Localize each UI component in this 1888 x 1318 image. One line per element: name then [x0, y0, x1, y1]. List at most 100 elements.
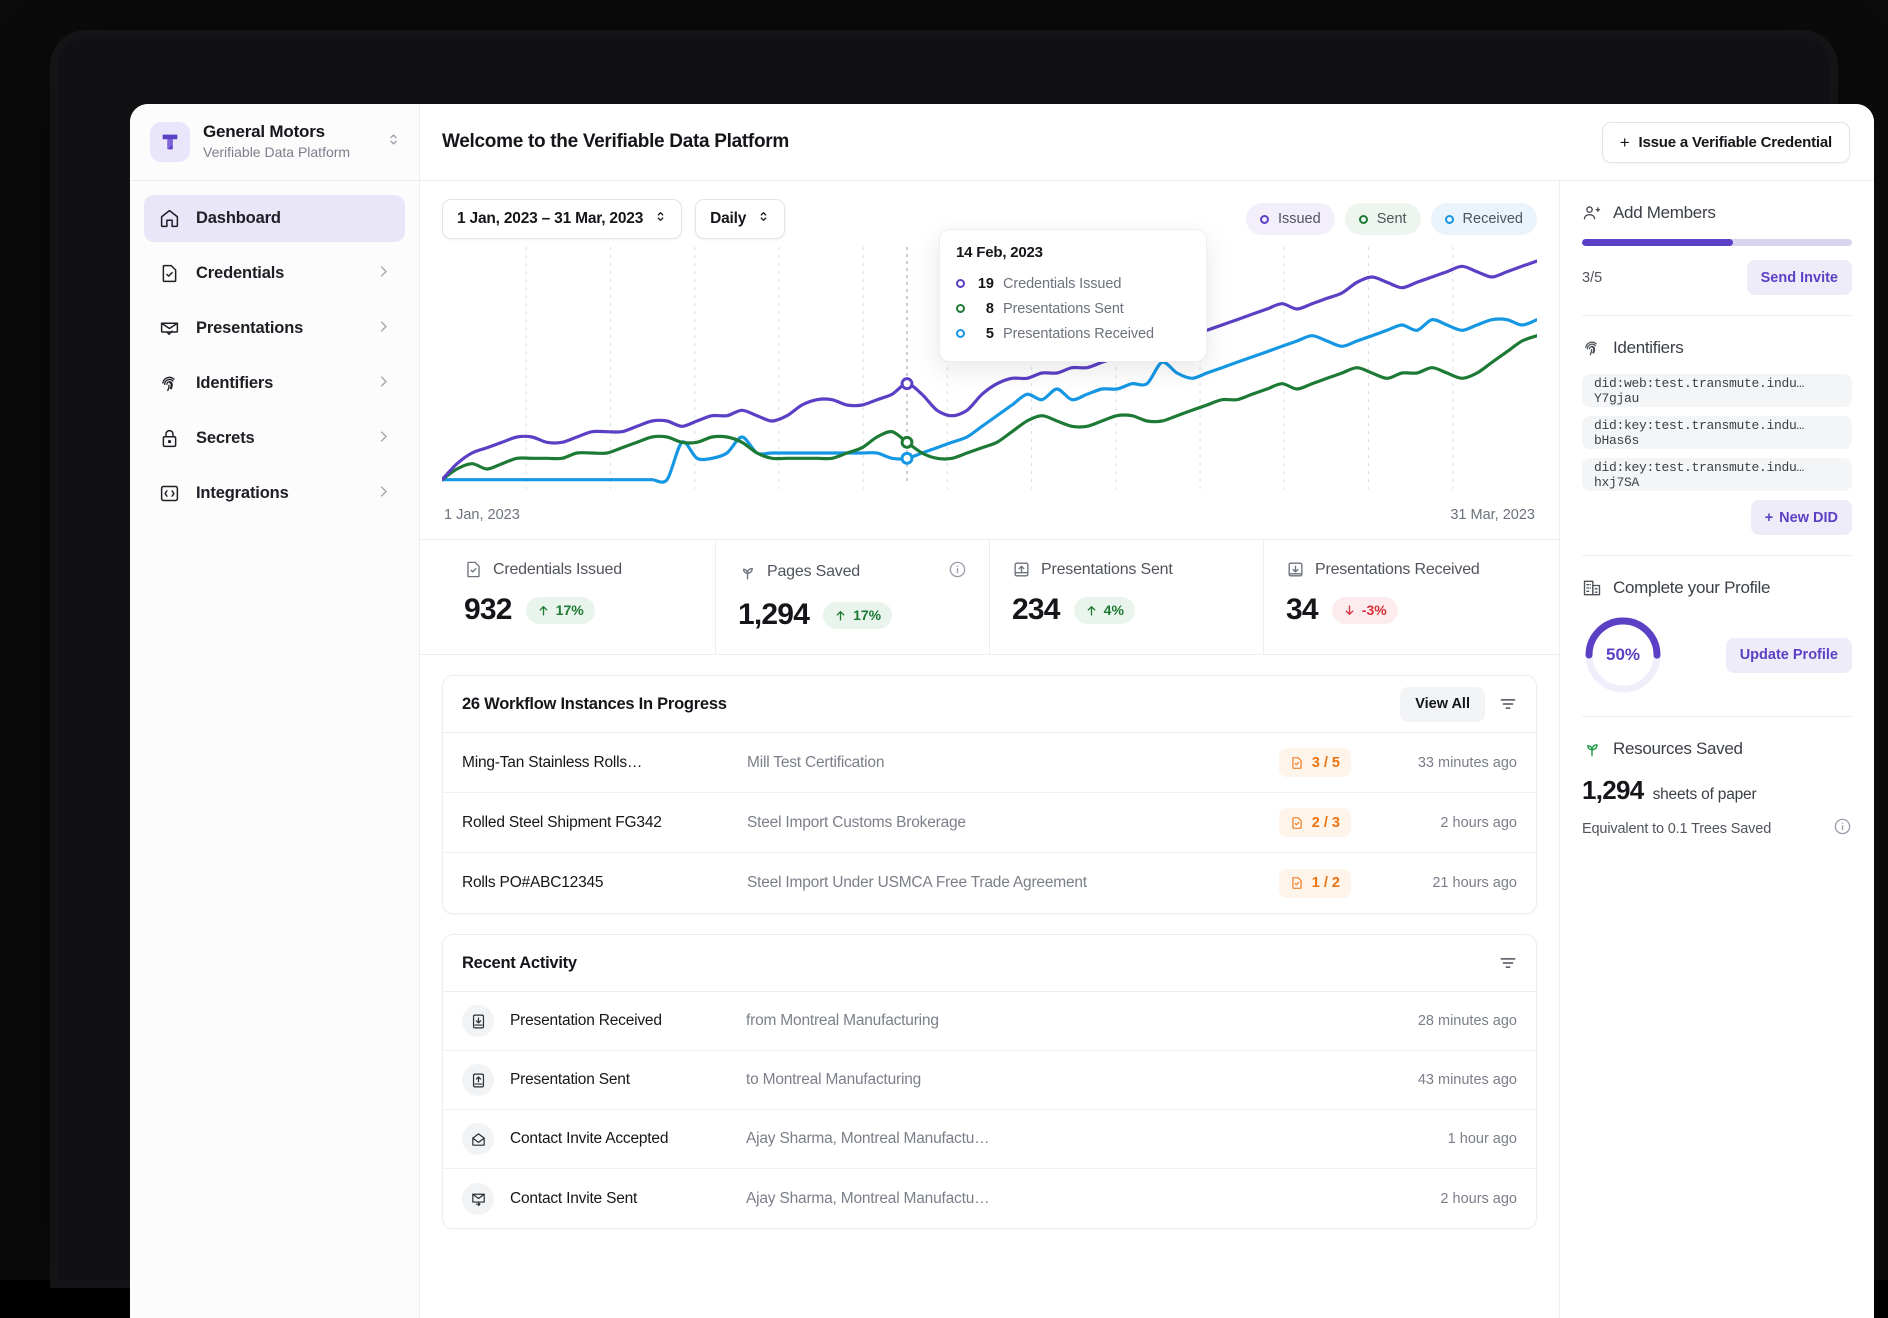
chevron-right-icon	[376, 374, 391, 394]
axis-start-label: 1 Jan, 2023	[444, 507, 520, 523]
activity-name: Presentation Received	[510, 1012, 662, 1029]
resources-value: 1,294	[1582, 775, 1644, 805]
workflow-description: Steel Import Customs Brokerage	[747, 813, 966, 831]
tooltip-dot-icon	[956, 304, 965, 313]
resources-saved-widget: Resources Saved 1,294 sheets of paper Eq…	[1582, 717, 1852, 861]
activity-time: 43 minutes ago	[1417, 1072, 1517, 1088]
workflow-name: Ming-Tan Stainless Rolls…	[462, 753, 643, 771]
kpi-cards: Credentials Issued 932 17% Pages Saved 1…	[420, 540, 1559, 655]
lock-icon	[158, 428, 180, 450]
kpi-delta-badge: 4%	[1073, 596, 1135, 624]
view-all-button[interactable]: View All	[1400, 686, 1485, 722]
legend-label: Sent	[1376, 211, 1407, 227]
did-item[interactable]: did:key:test.transmute.indu…bHas6s	[1582, 416, 1852, 449]
activity-time: 2 hours ago	[1440, 1190, 1517, 1207]
transmute-logo-icon	[150, 122, 190, 162]
workflow-progress-value: 2 / 3	[1311, 814, 1340, 831]
tooltip-label: Presentations Received	[1003, 325, 1154, 342]
right-rail: Add Members 3/5 Send Invite Identifiers …	[1559, 181, 1874, 1318]
kpi-delta-value: -3%	[1361, 602, 1387, 618]
table-row[interactable]: Rolls PO#ABC12345 Steel Import Under USM…	[443, 853, 1536, 913]
tooltip-value: 5	[985, 325, 994, 342]
activity-time: 1 hour ago	[1447, 1131, 1517, 1147]
sidebar-item-credentials[interactable]: Credentials	[144, 250, 405, 297]
sidebar-item-integrations[interactable]: Integrations	[144, 470, 405, 517]
sidebar-item-dashboard[interactable]: Dashboard	[144, 195, 405, 242]
kpi-card-credentials-issued: Credentials Issued 932 17%	[442, 540, 716, 654]
tooltip-dot-icon	[956, 329, 965, 338]
sidebar-item-secrets[interactable]: Secrets	[144, 415, 405, 462]
activity-description: to Montreal Manufacturing	[746, 1071, 922, 1088]
new-did-button[interactable]: + New DID	[1750, 500, 1852, 535]
tooltip-label: Credentials Issued	[1003, 275, 1122, 292]
kpi-title: Pages Saved	[767, 563, 860, 580]
activity-description: Ajay Sharma, Montreal Manufactu…	[746, 1130, 990, 1147]
chevron-right-icon	[376, 429, 391, 449]
line-chart[interactable]: 14 Feb, 2023 19 Credentials Issued 8 Pre…	[442, 229, 1537, 505]
list-item[interactable]: Presentation Received from Montreal Manu…	[443, 992, 1536, 1051]
list-item[interactable]: Contact Invite Sent Ajay Sharma, Montrea…	[443, 1169, 1536, 1228]
send-invite-button[interactable]: Send Invite	[1746, 260, 1852, 295]
legend-item-sent[interactable]: Sent	[1344, 203, 1421, 235]
complete-profile-widget: Complete your Profile 50% Update Profile	[1582, 556, 1852, 717]
activity-panel-title: Recent Activity	[462, 953, 577, 972]
identifiers-widget: Identifiers did:web:test.transmute.indu……	[1582, 316, 1852, 556]
table-row[interactable]: Rolled Steel Shipment FG342 Steel Import…	[443, 793, 1536, 853]
did-item[interactable]: did:key:test.transmute.indu…hxj7SA	[1582, 458, 1852, 491]
date-range-select[interactable]: 1 Jan, 2023 – 31 Mar, 2023	[442, 199, 683, 239]
tooltip-value: 19	[977, 275, 994, 292]
info-icon[interactable]	[948, 560, 967, 584]
workflow-name: Rolls PO#ABC12345	[462, 874, 604, 891]
add-members-title: Add Members	[1613, 203, 1716, 222]
sprout-icon	[738, 563, 757, 582]
document-check-icon	[1292, 756, 1302, 769]
legend-item-received[interactable]: Received	[1430, 203, 1537, 235]
chevron-updown-icon	[757, 210, 770, 228]
interval-select[interactable]: Daily	[695, 199, 786, 239]
workflow-panel-header: 26 Workflow Instances In Progress View A…	[443, 676, 1536, 733]
panels: 26 Workflow Instances In Progress View A…	[420, 655, 1559, 1249]
list-item[interactable]: Contact Invite Accepted Ajay Sharma, Mon…	[443, 1110, 1536, 1169]
workflow-name: Rolled Steel Shipment FG342	[462, 813, 662, 831]
sidebar-item-identifiers[interactable]: Identifiers	[144, 360, 405, 407]
filter-icon[interactable]	[1498, 694, 1518, 714]
list-item[interactable]: Presentation Sent to Montreal Manufactur…	[443, 1051, 1536, 1110]
resources-unit: sheets of paper	[1652, 786, 1757, 803]
home-icon	[158, 208, 180, 230]
sidebar-item-label: Integrations	[196, 484, 289, 502]
sprout-icon	[1582, 739, 1602, 759]
workflow-time: 2 hours ago	[1440, 814, 1517, 831]
fingerprint-icon	[158, 373, 180, 395]
device-frame: General Motors Verifiable Data Platform …	[0, 0, 1888, 1318]
kpi-value: 1,294	[738, 598, 810, 631]
info-icon[interactable]	[1833, 817, 1852, 841]
legend-item-issued[interactable]: Issued	[1245, 203, 1335, 235]
issue-credential-label: Issue a Verifiable Credential	[1638, 133, 1833, 151]
sidebar-item-label: Identifiers	[196, 374, 274, 392]
filter-icon[interactable]	[1498, 953, 1518, 973]
did-item[interactable]: did:web:test.transmute.indu…Y7gjau	[1582, 374, 1852, 407]
document-check-icon	[464, 560, 483, 579]
issue-credential-button[interactable]: + Issue a Verifiable Credential	[1601, 121, 1850, 163]
activity-time: 28 minutes ago	[1417, 1013, 1517, 1029]
kpi-card-presentations-sent: Presentations Sent 234 4%	[990, 540, 1264, 654]
table-row[interactable]: Ming-Tan Stainless Rolls… Mill Test Cert…	[443, 733, 1536, 793]
chart-legend: Issued Sent Received	[1245, 203, 1537, 235]
app-window: General Motors Verifiable Data Platform …	[130, 104, 1874, 1318]
building-icon	[1582, 578, 1602, 598]
arrow-up-icon	[1087, 605, 1096, 615]
workflow-progress-value: 1 / 2	[1311, 875, 1340, 891]
org-switcher[interactable]: General Motors Verifiable Data Platform	[130, 104, 419, 181]
workflow-progress-badge: 2 / 3	[1278, 808, 1351, 837]
sidebar-item-label: Credentials	[196, 264, 285, 282]
document-check-icon	[1292, 816, 1302, 829]
workflow-time: 33 minutes ago	[1417, 754, 1517, 771]
plus-icon: +	[1764, 509, 1774, 526]
update-profile-button[interactable]: Update Profile	[1725, 637, 1852, 673]
sidebar-item-presentations[interactable]: Presentations	[144, 305, 405, 352]
new-did-label: New DID	[1779, 509, 1838, 526]
kpi-delta-value: 4%	[1103, 602, 1124, 618]
kpi-card-presentations-received: Presentations Received 34 -3%	[1264, 540, 1537, 654]
envelope-open-icon	[462, 1123, 494, 1155]
activity-panel-header: Recent Activity	[443, 935, 1536, 992]
